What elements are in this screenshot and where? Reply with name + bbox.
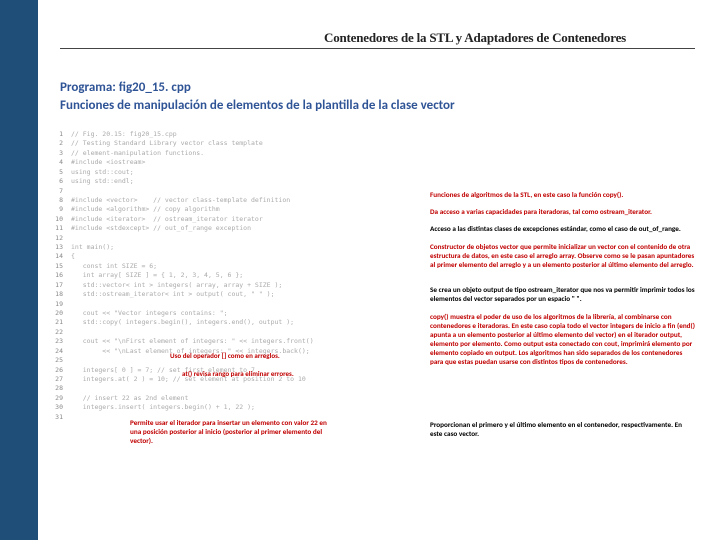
code-line: 9#include <algorithm> // copy algorithm bbox=[45, 205, 415, 214]
code-line: 29 // insert 22 as 2nd element bbox=[45, 394, 415, 403]
annotation-callout: Funciones de algoritmos de la STL, en es… bbox=[430, 190, 695, 199]
annotation-callout: Constructor de objetos vector que permit… bbox=[430, 242, 695, 269]
annotation-callout: at() revisa rango para eliminar errores. bbox=[182, 370, 362, 378]
program-description: Funciones de manipulación de elementos d… bbox=[60, 98, 455, 113]
code-line: 21 std::copy( integers.begin(), integers… bbox=[45, 318, 415, 327]
code-line: 17 std::vector< int > integers( array, a… bbox=[45, 281, 415, 290]
annotation-bottom: Permite usar el iterador para insertar u… bbox=[130, 418, 330, 445]
code-line: 5using std::cout; bbox=[45, 168, 415, 177]
code-line: 2// Testing Standard Library vector clas… bbox=[45, 139, 415, 148]
code-line: 23 cout << "\nFirst element of integers:… bbox=[45, 337, 415, 346]
code-line: 3// element-manipulation functions. bbox=[45, 149, 415, 158]
chapter-title: Contenedores de la STL y Adaptadores de … bbox=[255, 30, 695, 46]
code-line: 20 cout << "Vector integers contains: "; bbox=[45, 309, 415, 318]
code-line: 13int main(); bbox=[45, 243, 415, 252]
code-line: 7 bbox=[45, 187, 415, 196]
title-underline bbox=[60, 48, 695, 49]
annotation-callout: copy() muestra el poder de uso de los al… bbox=[430, 312, 695, 366]
code-line: 16 int array[ SIZE ] = { 1, 2, 3, 4, 5, … bbox=[45, 271, 415, 280]
code-line: 19 bbox=[45, 300, 415, 309]
code-line: 12 bbox=[45, 234, 415, 243]
annotation-callout: Da acceso a varias capacidades para iter… bbox=[430, 207, 695, 216]
code-line: 6using std::endl; bbox=[45, 177, 415, 186]
code-line: 10#include <iterator> // ostream_iterato… bbox=[45, 215, 415, 224]
code-line: 28 bbox=[45, 384, 415, 393]
annotation-callout: Uso del operador [] como en arreglos. bbox=[170, 352, 340, 360]
code-line: 30 integers.insert( integers.begin() + 1… bbox=[45, 403, 415, 412]
code-line: 8#include <vector> // vector class-templ… bbox=[45, 196, 415, 205]
code-line: 22 bbox=[45, 328, 415, 337]
program-name: Programa: fig20_15. cpp bbox=[60, 80, 191, 95]
code-line: 18 std::ostream_iterator< int > output( … bbox=[45, 290, 415, 299]
annotation-callout: Proporcionan el primero y el último elem… bbox=[430, 420, 695, 438]
code-line: 4#include <iostream> bbox=[45, 158, 415, 167]
code-line: 1// Fig. 20.15: fig20_15.cpp bbox=[45, 130, 415, 139]
annotation-callout: Se crea un objeto output de tipo ostream… bbox=[430, 285, 695, 303]
code-line: 11#include <stdexcept> // out_of_range e… bbox=[45, 224, 415, 233]
annotation-callout: Acceso a las distintas clases de excepci… bbox=[430, 224, 695, 233]
slide-sidebar bbox=[0, 0, 38, 540]
code-line: 15 const int SIZE = 6; bbox=[45, 262, 415, 271]
code-line: 14{ bbox=[45, 252, 415, 261]
